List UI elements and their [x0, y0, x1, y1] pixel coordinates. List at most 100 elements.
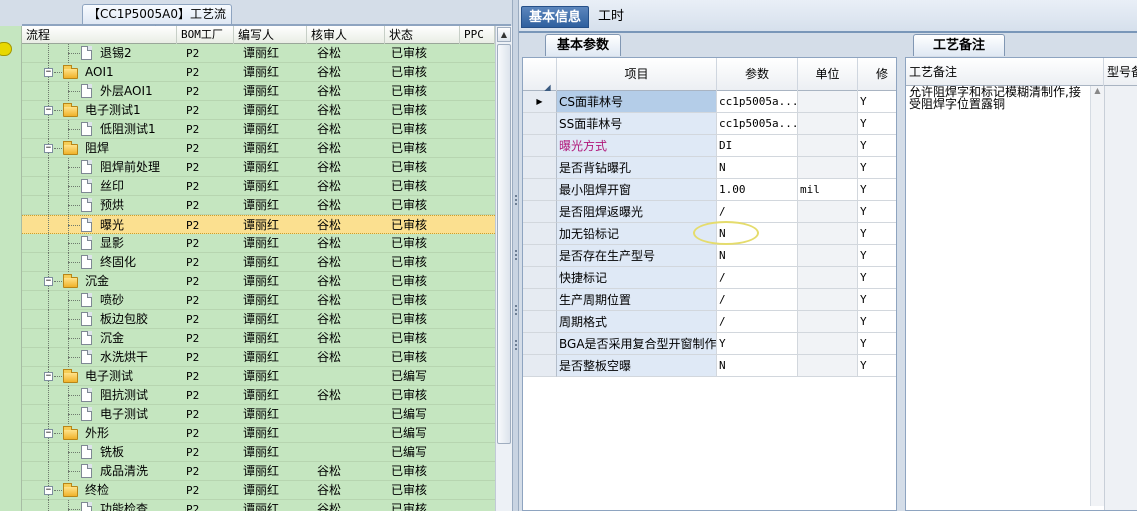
tree-row[interactable]: 板边包胶 P2 谭丽红 谷松 已审核 [22, 310, 495, 329]
tree-row[interactable]: 曝光 P2 谭丽红 谷松 已审核 [22, 215, 495, 235]
tree-row[interactable]: − 终检 P2 谭丽红 谷松 已审核 [22, 481, 495, 500]
tree-row[interactable]: 外层AOI1 P2 谭丽红 谷松 已审核 [22, 82, 495, 101]
tab-process-flow[interactable]: 【CC1P5005A0】工艺流程 [82, 4, 232, 39]
tree-node-label[interactable]: 终固化 [100, 253, 136, 272]
param-row[interactable]: BGA是否采用复合型开窗制作 Y Y [523, 333, 896, 355]
param-modify-cell[interactable]: Y [858, 157, 896, 179]
col-modify[interactable]: 修改 [858, 58, 896, 114]
param-value-cell[interactable]: cc1p5005a... [717, 113, 798, 135]
tree-row[interactable]: − 沉金 P2 谭丽红 谷松 已审核 [22, 272, 495, 291]
col-unit[interactable]: 单位 [798, 58, 858, 91]
tree-node-label[interactable]: AOI1 [85, 63, 114, 82]
param-unit-cell[interactable]: mil [798, 179, 858, 201]
param-value-cell[interactable]: 1.00 [717, 179, 798, 201]
param-row[interactable]: 加无铅标记 N Y [523, 223, 896, 245]
param-modify-cell[interactable]: Y [858, 91, 896, 113]
param-row[interactable]: 周期格式 / Y [523, 311, 896, 333]
tree-col-header[interactable]: 流程 [22, 26, 177, 44]
tree-node-label[interactable]: 水洗烘干 [100, 348, 148, 367]
param-row[interactable]: 生产周期位置 / Y [523, 289, 896, 311]
tree-node-label[interactable]: 铣板 [100, 443, 124, 462]
col-model-remark[interactable]: 型号备 [1104, 58, 1137, 86]
tab-basic-params[interactable]: 基本参数 [545, 34, 621, 56]
param-unit-cell[interactable] [798, 201, 858, 223]
param-modify-cell[interactable]: Y [858, 201, 896, 223]
tree-row[interactable]: 预烘 P2 谭丽红 谷松 已审核 [22, 196, 495, 215]
param-modify-cell[interactable]: Y [858, 245, 896, 267]
param-unit-cell[interactable] [798, 157, 858, 179]
param-modify-cell[interactable]: Y [858, 289, 896, 311]
tree-node-label[interactable]: 沉金 [85, 272, 109, 291]
tree-row[interactable]: 电子测试 P2 谭丽红 已编写 [22, 405, 495, 424]
param-modify-cell[interactable]: Y [858, 179, 896, 201]
param-row[interactable]: 快捷标记 / Y [523, 267, 896, 289]
col-item[interactable]: 项目 [557, 58, 717, 91]
param-modify-cell[interactable]: Y [858, 113, 896, 135]
tree-col-header[interactable]: PPC [460, 26, 495, 44]
tree-node-label[interactable]: 成品清洗 [100, 462, 148, 481]
tree-row[interactable]: − 阻焊 P2 谭丽红 谷松 已审核 [22, 139, 495, 158]
tree-node-label[interactable]: 低阻测试1 [100, 120, 156, 139]
panel-splitter[interactable] [512, 0, 519, 511]
param-value-cell[interactable]: Y [717, 333, 798, 355]
param-name-cell[interactable]: 曝光方式 [557, 135, 717, 157]
param-modify-cell[interactable]: Y [858, 223, 896, 245]
tree-col-header[interactable]: BOM工厂 [177, 26, 234, 44]
param-value-cell[interactable]: / [717, 289, 798, 311]
collapse-toggle-icon[interactable]: − [44, 372, 53, 381]
tree-row[interactable]: 成品清洗 P2 谭丽红 谷松 已审核 [22, 462, 495, 481]
tree-col-header[interactable]: 核审人 [307, 26, 385, 44]
scroll-up-icon[interactable]: ▲ [497, 27, 511, 42]
tree-node-label[interactable]: 阻焊前处理 [100, 158, 160, 177]
tree-row[interactable]: − 外形 P2 谭丽红 已编写 [22, 424, 495, 443]
param-name-cell[interactable]: SS面菲林号 [557, 113, 717, 135]
param-name-cell[interactable]: 生产周期位置 [557, 289, 717, 311]
param-modify-cell[interactable]: Y [858, 267, 896, 289]
param-name-cell[interactable]: 周期格式 [557, 311, 717, 333]
tree-node-label[interactable]: 曝光 [100, 216, 124, 235]
param-value-cell[interactable]: / [717, 311, 798, 333]
param-row[interactable]: 是否存在生产型号 N Y [523, 245, 896, 267]
tree-node-label[interactable]: 退锡2 [100, 44, 132, 63]
collapse-toggle-icon[interactable]: − [44, 106, 53, 115]
param-unit-cell[interactable] [798, 267, 858, 289]
param-name-cell[interactable]: 是否阻焊返曝光 [557, 201, 717, 223]
tree-node-label[interactable]: 显影 [100, 234, 124, 253]
tree-row[interactable]: 阻抗测试 P2 谭丽红 谷松 已审核 [22, 386, 495, 405]
param-unit-cell[interactable] [798, 311, 858, 333]
tab-basic-info[interactable]: 基本信息 [521, 6, 590, 28]
param-name-cell[interactable]: 是否存在生产型号 [557, 245, 717, 267]
param-value-cell[interactable]: DI [717, 135, 798, 157]
collapse-toggle-icon[interactable]: − [44, 486, 53, 495]
tree-node-label[interactable]: 电子测试 [85, 367, 133, 386]
param-unit-cell[interactable] [798, 91, 858, 113]
tree-row[interactable]: 水洗烘干 P2 谭丽红 谷松 已审核 [22, 348, 495, 367]
param-value-cell[interactable]: / [717, 267, 798, 289]
collapse-toggle-icon[interactable]: − [44, 277, 53, 286]
param-unit-cell[interactable] [798, 113, 858, 135]
tree-row[interactable]: 喷砂 P2 谭丽红 谷松 已审核 [22, 291, 495, 310]
collapse-toggle-icon[interactable]: − [44, 68, 53, 77]
param-name-cell[interactable]: 加无铅标记 [557, 223, 717, 245]
scroll-thumb[interactable] [497, 44, 511, 444]
collapse-toggle-icon[interactable]: − [44, 429, 53, 438]
param-modify-cell[interactable]: Y [858, 355, 896, 377]
tree-node-label[interactable]: 功能检查 [100, 500, 148, 511]
tree-node-label[interactable]: 板边包胶 [100, 310, 148, 329]
param-value-cell[interactable]: / [717, 201, 798, 223]
remarks-text[interactable]: 允许阻焊字和标记模糊清制作,接受阻焊字位置露铜 [909, 86, 1089, 110]
tree-row[interactable]: − 电子测试1 P2 谭丽红 谷松 已审核 [22, 101, 495, 120]
param-unit-cell[interactable] [798, 289, 858, 311]
param-name-cell[interactable]: 快捷标记 [557, 267, 717, 289]
scroll-up-icon[interactable]: ▲ [1094, 86, 1100, 95]
tree-node-label[interactable]: 阻抗测试 [100, 386, 148, 405]
tree-row[interactable]: − AOI1 P2 谭丽红 谷松 已审核 [22, 63, 495, 82]
param-value-cell[interactable]: N [717, 355, 798, 377]
tree-node-label[interactable]: 终检 [85, 481, 109, 500]
param-name-cell[interactable]: CS面菲林号 [557, 91, 717, 113]
tree-row[interactable]: 丝印 P2 谭丽红 谷松 已审核 [22, 177, 495, 196]
tree-col-header[interactable]: 编写人 [234, 26, 307, 44]
param-name-cell[interactable]: 是否整板空曝 [557, 355, 717, 377]
tree-col-header[interactable]: 状态 [385, 26, 460, 44]
tree-node-label[interactable]: 丝印 [100, 177, 124, 196]
